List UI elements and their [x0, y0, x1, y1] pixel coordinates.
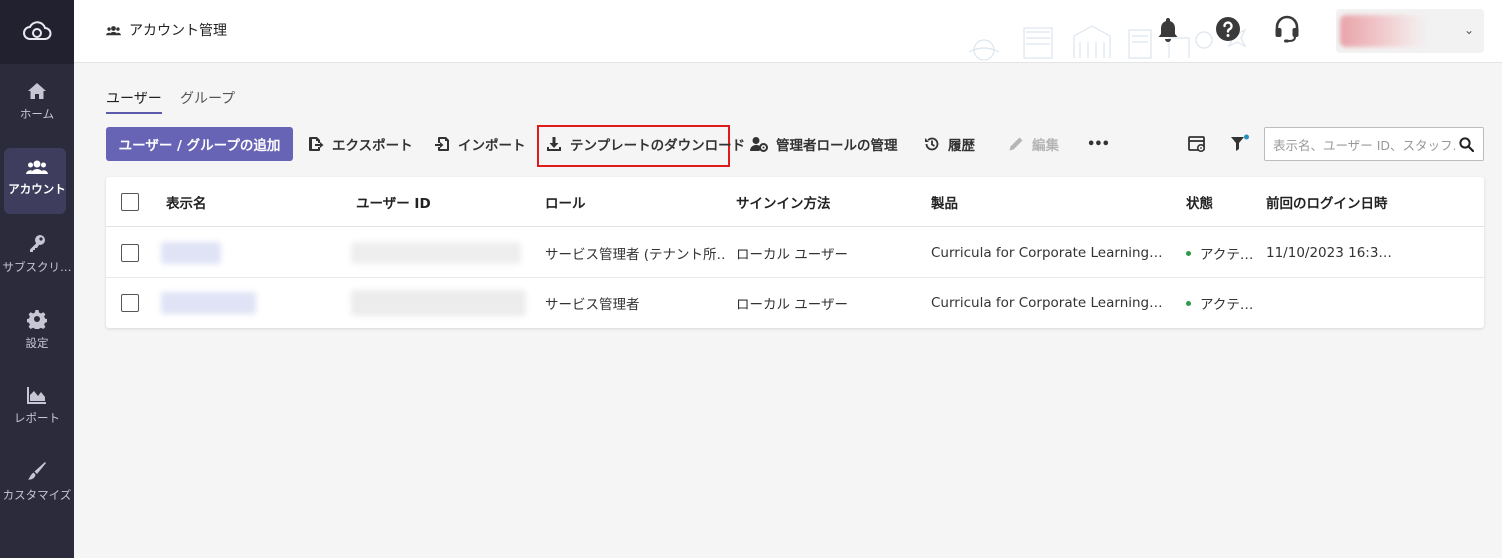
column-header-product[interactable]: 製品: [931, 177, 958, 227]
area-chart-icon: [27, 387, 46, 404]
select-all-checkbox[interactable]: [121, 193, 139, 211]
export-button[interactable]: エクスポート: [308, 127, 413, 161]
download-icon: [547, 137, 561, 151]
user-id-redacted: [351, 242, 521, 264]
sidebar-item-home[interactable]: ホーム: [0, 64, 74, 140]
signin-method-cell: ローカル ユーザー: [736, 247, 849, 263]
role-cell: サービス管理者: [545, 297, 640, 313]
users-icon: [26, 160, 48, 174]
column-header-display-name[interactable]: 表示名: [166, 177, 207, 227]
sidebar-item-customize[interactable]: カスタマイズ: [0, 444, 74, 520]
user-menu[interactable]: ⌄: [1336, 9, 1484, 53]
display-name-redacted[interactable]: [161, 242, 221, 264]
history-button[interactable]: 履歴: [924, 127, 975, 161]
users-table: 表示名 ユーザー ID ロール サインイン方法 製品 状態 前回のログイン日時 …: [106, 177, 1484, 328]
edit-button[interactable]: 編集: [1008, 127, 1059, 161]
tab-users[interactable]: ユーザー: [106, 88, 162, 114]
product-cell: Curricula for Corporate Learning…: [931, 295, 1163, 311]
chevron-down-icon: ⌄: [1463, 23, 1474, 37]
add-user-group-button[interactable]: ユーザー / グループの追加: [106, 127, 293, 161]
column-settings-icon[interactable]: [1188, 136, 1206, 152]
status-cell: アクテ…: [1186, 228, 1253, 278]
cloud-logo-icon: [23, 21, 52, 40]
sidebar-item-label: 設定: [25, 336, 49, 350]
history-icon: [925, 137, 939, 151]
sidebar-item-label: アカウント: [8, 182, 66, 196]
sidebar-item-subscription[interactable]: サブスクリ…: [0, 216, 74, 292]
user-gear-icon: [750, 137, 768, 152]
history-label: 履歴: [948, 138, 975, 154]
status-text: アクテ…: [1200, 247, 1254, 263]
import-label: インポート: [458, 138, 526, 154]
status-text: アクテ…: [1200, 297, 1254, 313]
app-logo[interactable]: [0, 0, 74, 64]
row-checkbox[interactable]: [121, 244, 139, 262]
product-cell: Curricula for Corporate Learning…: [931, 245, 1163, 261]
page-title: アカウント管理: [106, 20, 227, 40]
more-options-button[interactable]: •••: [1087, 127, 1110, 161]
bell-icon[interactable]: [1156, 16, 1180, 42]
sidebar-item-reports[interactable]: レポート: [0, 368, 74, 444]
status-cell: アクテ…: [1186, 278, 1253, 328]
search-box[interactable]: [1264, 127, 1484, 161]
user-id-redacted: [351, 290, 526, 316]
search-icon[interactable]: [1459, 137, 1474, 152]
file-import-icon: [435, 137, 449, 151]
sidebar-item-label: サブスクリ…: [2, 260, 72, 274]
tab-groups[interactable]: グループ: [180, 88, 235, 108]
row-checkbox[interactable]: [121, 294, 139, 312]
paintbrush-icon: [28, 462, 46, 480]
table-header: 表示名 ユーザー ID ロール サインイン方法 製品 状態 前回のログイン日時: [106, 177, 1484, 227]
column-header-last-login[interactable]: 前回のログイン日時: [1266, 177, 1388, 227]
export-label: エクスポート: [332, 138, 413, 154]
status-dot-icon: [1186, 300, 1191, 306]
role-cell: サービス管理者 (テナント所…: [545, 247, 725, 263]
table-row[interactable]: サービス管理者 (テナント所… ローカル ユーザー Curricula for …: [106, 228, 1484, 278]
search-input[interactable]: [1273, 135, 1455, 155]
download-template-label: テンプレートのダウンロード: [570, 138, 746, 154]
home-icon: [28, 83, 46, 99]
file-export-icon: [309, 137, 324, 151]
sidebar-item-account[interactable]: アカウント: [0, 140, 74, 216]
status-dot-icon: [1186, 250, 1191, 256]
page-title-text: アカウント管理: [129, 23, 227, 39]
filter-icon[interactable]: [1230, 134, 1250, 152]
column-header-role[interactable]: ロール: [545, 177, 586, 227]
sidebar-item-label: カスタマイズ: [2, 488, 72, 502]
manage-admin-roles-button[interactable]: 管理者ロールの管理: [750, 127, 898, 161]
headset-icon[interactable]: [1274, 15, 1300, 43]
pencil-icon: [1009, 137, 1023, 151]
table-row[interactable]: サービス管理者 ローカル ユーザー Curricula for Corporat…: [106, 278, 1484, 328]
last-login-cell: 11/10/2023 16:3…: [1266, 245, 1392, 261]
top-header: アカウント管理 ⌄: [74, 0, 1502, 63]
edit-label: 編集: [1032, 138, 1059, 154]
avatar: [1340, 15, 1430, 47]
display-name-redacted[interactable]: [161, 292, 256, 314]
import-button[interactable]: インポート: [434, 127, 526, 161]
column-header-user-id[interactable]: ユーザー ID: [356, 177, 431, 227]
sidebar: ホーム アカウント サブスクリ… 設定 レポート カスタマイズ: [0, 0, 74, 558]
key-icon: [30, 235, 45, 252]
column-header-status[interactable]: 状態: [1186, 177, 1213, 227]
column-header-signin-method[interactable]: サインイン方法: [736, 177, 831, 227]
download-template-button[interactable]: テンプレートのダウンロード: [546, 127, 745, 161]
help-icon[interactable]: [1215, 16, 1241, 42]
manage-admin-roles-label: 管理者ロールの管理: [776, 138, 898, 154]
sidebar-item-label: レポート: [14, 411, 60, 425]
sidebar-item-label: ホーム: [19, 107, 55, 121]
sidebar-item-settings[interactable]: 設定: [0, 292, 74, 368]
signin-method-cell: ローカル ユーザー: [736, 297, 849, 313]
gear-icon: [27, 310, 47, 329]
users-icon: [106, 25, 121, 35]
